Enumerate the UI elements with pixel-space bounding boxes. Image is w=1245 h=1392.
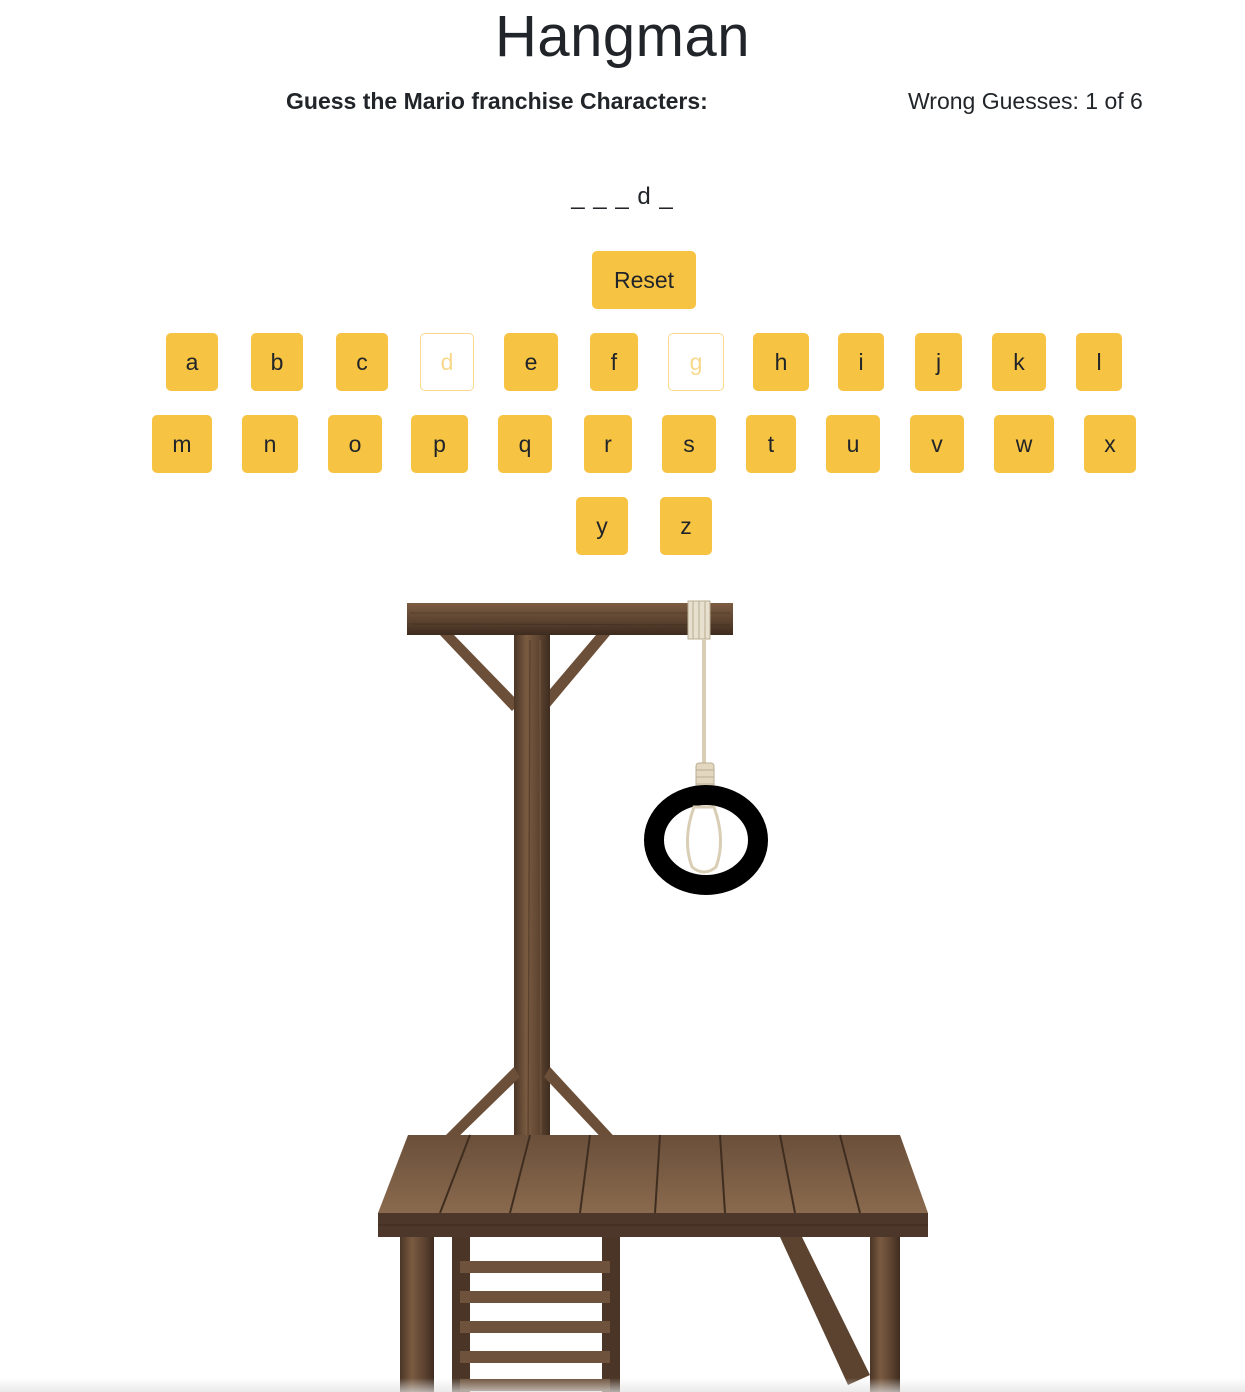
wrong-guesses-counter: Wrong Guesses: 1 of 6 [908, 88, 1143, 114]
letter-button-y[interactable]: y [576, 497, 628, 555]
letter-button-t[interactable]: t [746, 415, 796, 473]
gallows-illustration [378, 600, 928, 1392]
gallows-legs [400, 1237, 900, 1392]
letter-button-v[interactable]: v [910, 415, 964, 473]
letter-button-c[interactable]: c [336, 333, 388, 391]
letter-button-j[interactable]: j [915, 333, 962, 391]
noose-rope [687, 600, 715, 790]
letter-button-z[interactable]: z [660, 497, 712, 555]
word-display: _ _ _ d _ [571, 183, 674, 210]
hangman-head [644, 785, 768, 895]
letter-button-f[interactable]: f [590, 333, 638, 391]
reset-button[interactable]: Reset [592, 251, 696, 309]
letter-button-k[interactable]: k [992, 333, 1046, 391]
letter-button-w[interactable]: w [994, 415, 1054, 473]
letter-button-g[interactable]: g [668, 333, 724, 391]
letter-button-o[interactable]: o [328, 415, 382, 473]
letter-button-m[interactable]: m [152, 415, 212, 473]
letter-button-q[interactable]: q [498, 415, 552, 473]
letter-button-u[interactable]: u [826, 415, 880, 473]
letter-button-b[interactable]: b [251, 333, 303, 391]
letter-button-p[interactable]: p [411, 415, 468, 473]
gallows-platform [378, 1134, 928, 1237]
page-title: Hangman [495, 4, 750, 69]
letter-button-i[interactable]: i [838, 333, 884, 391]
letter-button-n[interactable]: n [242, 415, 298, 473]
letter-button-h[interactable]: h [753, 333, 809, 391]
hangman-page: Hangman Guess the Mario franchise Charac… [0, 0, 1245, 1392]
letter-button-x[interactable]: x [1084, 415, 1136, 473]
category-prompt: Guess the Mario franchise Characters: [286, 88, 708, 114]
letter-button-s[interactable]: s [662, 415, 716, 473]
bottom-shadow [0, 1378, 1245, 1392]
letter-button-l[interactable]: l [1076, 333, 1122, 391]
letter-button-d[interactable]: d [420, 333, 474, 391]
letter-button-a[interactable]: a [166, 333, 218, 391]
gallows-stairs [452, 1237, 620, 1392]
letter-button-e[interactable]: e [504, 333, 558, 391]
gallows-post [514, 635, 550, 1157]
letter-button-r[interactable]: r [584, 415, 632, 473]
gallows-crossbeam [407, 603, 733, 635]
